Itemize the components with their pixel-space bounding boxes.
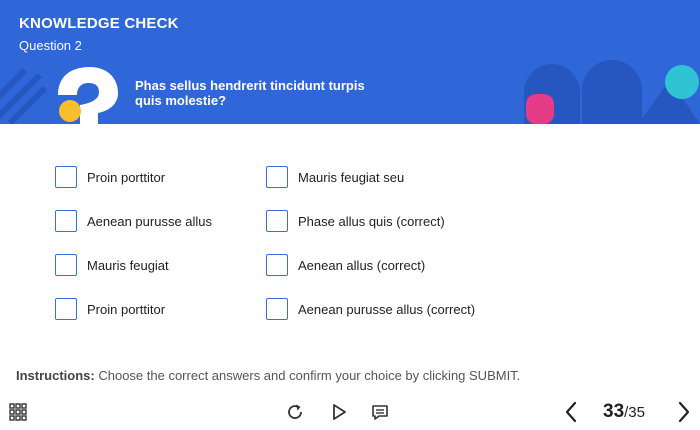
question-text: Phas sellus hendrerit tincidunt turpis q… (135, 78, 365, 108)
checkbox[interactable] (266, 254, 288, 276)
checkbox[interactable] (266, 210, 288, 232)
instructions-body: Choose the correct answers and confirm y… (94, 368, 521, 383)
chevron-left-icon[interactable] (560, 400, 582, 424)
replay-icon[interactable] (284, 401, 306, 423)
answer-option-7[interactable]: Aenean allus (correct) (266, 253, 425, 277)
answer-option-8[interactable]: Aenean purusse allus (correct) (266, 297, 475, 321)
notes-icon[interactable] (369, 401, 391, 423)
checkbox[interactable] (55, 210, 77, 232)
answer-label: Proin porttitor (87, 301, 166, 317)
checkbox[interactable] (55, 298, 77, 320)
question-number: Question 2 (19, 38, 82, 53)
answer-label: Phase allus quis (correct) (298, 213, 445, 229)
chevron-right-icon[interactable] (673, 400, 695, 424)
decorative-shapes (524, 60, 700, 124)
checkbox[interactable] (266, 166, 288, 188)
answer-option-6[interactable]: Phase allus quis (correct) (266, 209, 445, 233)
page-heading: KNOWLEDGE CHECK (19, 15, 179, 32)
answer-label: Aenean purusse allus (87, 213, 213, 229)
header-banner: KNOWLEDGE CHECK Question 2 Phas sellus h… (0, 0, 700, 124)
answer-label: Mauris feugiat seu (298, 169, 405, 185)
answer-label: Aenean purusse allus (correct) (298, 301, 476, 317)
instructions-prefix: Instructions: (16, 368, 95, 383)
answer-option-3[interactable]: Mauris feugiat (55, 253, 169, 277)
answer-option-1[interactable]: Proin porttitor (55, 165, 165, 189)
checkbox[interactable] (55, 254, 77, 276)
answer-label: Proin porttitor (87, 169, 166, 185)
total-pages: /35 (624, 404, 645, 421)
checkbox[interactable] (55, 166, 77, 188)
current-page: 33 (603, 401, 625, 422)
answer-option-4[interactable]: Proin porttitor (55, 297, 165, 321)
answer-option-5[interactable]: Mauris feugiat seu (266, 165, 404, 189)
instructions-text: Instructions: Choose the correct answers… (16, 368, 520, 383)
grid-menu-icon[interactable] (8, 402, 28, 422)
page-counter: 33/35 (603, 401, 645, 423)
answer-label: Aenean allus (correct) (298, 257, 426, 273)
question-mark-graphic (0, 67, 118, 124)
checkbox[interactable] (266, 298, 288, 320)
play-icon[interactable] (328, 401, 350, 423)
answer-label: Mauris feugiat (87, 257, 169, 273)
answer-option-2[interactable]: Aenean purusse allus (55, 209, 212, 233)
